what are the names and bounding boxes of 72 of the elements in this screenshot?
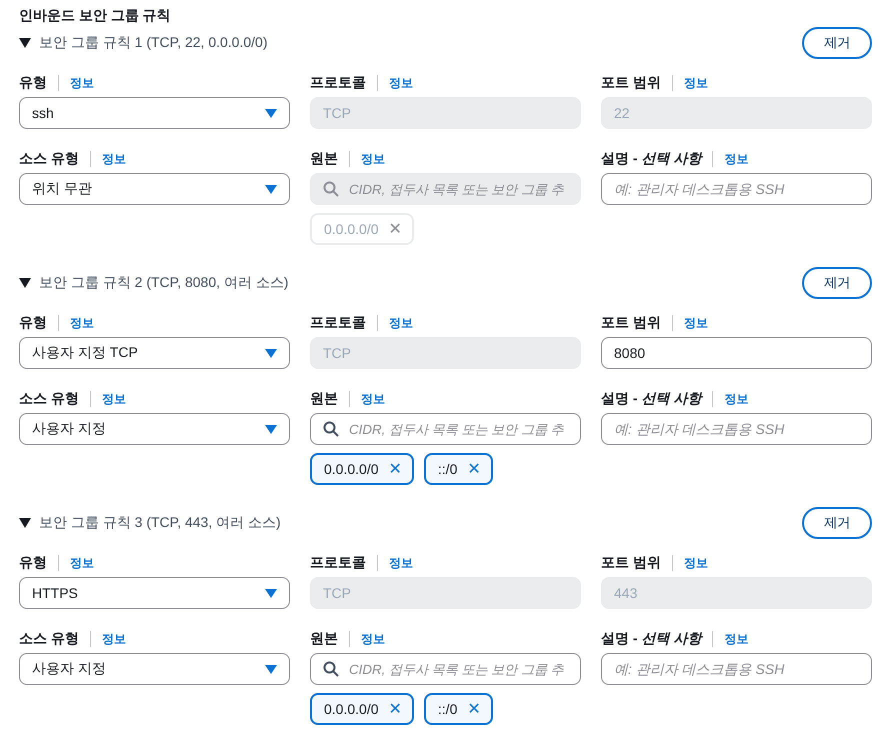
remove-button[interactable]: 제거: [802, 507, 872, 539]
remove-button[interactable]: 제거: [802, 27, 872, 59]
field-label: 원본: [310, 390, 338, 408]
token-text: 0.0.0.0/0: [324, 221, 378, 237]
info-link[interactable]: 정보: [724, 150, 748, 168]
field-label: 설명 - 선택 사항: [601, 150, 702, 168]
search-input[interactable]: CIDR, 접두사 목록 또는 보안 그룹 추: [349, 422, 568, 436]
select-dropdown[interactable]: 위치 무관: [19, 173, 290, 205]
select-dropdown[interactable]: ssh: [19, 97, 290, 129]
search-field[interactable]: CIDR, 접두사 목록 또는 보안 그룹 추: [310, 653, 581, 685]
caret-down-icon: [265, 424, 277, 434]
info-link[interactable]: 정보: [724, 390, 748, 408]
rule-title: 보안 그룹 규칙 1 (TCP, 22, 0.0.0.0/0): [39, 34, 268, 52]
search-icon: [323, 421, 339, 437]
select-dropdown[interactable]: HTTPS: [19, 577, 290, 609]
field-label: 포트 범위: [601, 74, 661, 92]
input-field[interactable]: 예: 관리자 데스크톱용 SSH: [601, 413, 872, 445]
field-label: 유형: [19, 554, 47, 572]
field-label: 원본: [310, 150, 338, 168]
info-link[interactable]: 정보: [70, 314, 94, 332]
field-label: 프로토콜: [310, 314, 366, 332]
input-field[interactable]: 8080: [601, 337, 872, 369]
remove-token-button[interactable]: ✕: [388, 701, 402, 717]
field-label: 원본: [310, 630, 338, 648]
info-link[interactable]: 정보: [102, 630, 126, 648]
field-label: 포트 범위: [601, 314, 661, 332]
info-link[interactable]: 정보: [684, 314, 708, 332]
input-field[interactable]: 예: 관리자 데스크톱용 SSH: [601, 173, 872, 205]
token-text: ::/0: [438, 461, 458, 477]
search-input[interactable]: CIDR, 접두사 목록 또는 보안 그룹 추: [349, 662, 568, 676]
info-link[interactable]: 정보: [102, 150, 126, 168]
expanded-triangle-icon[interactable]: [19, 518, 31, 528]
caret-down-icon: [265, 184, 277, 194]
field-label: 소스 유형: [19, 390, 79, 408]
expanded-triangle-icon[interactable]: [19, 38, 31, 48]
section-title: 인바운드 보안 그룹 규칙: [19, 6, 172, 25]
info-link[interactable]: 정보: [361, 390, 385, 408]
info-link[interactable]: 정보: [70, 74, 94, 92]
field-label: 프로토콜: [310, 554, 366, 572]
search-field[interactable]: CIDR, 접두사 목록 또는 보안 그룹 추: [310, 413, 581, 445]
info-link[interactable]: 정보: [361, 630, 385, 648]
field-label: 프로토콜: [310, 74, 366, 92]
token-text: 0.0.0.0/0: [324, 701, 378, 717]
rule-title: 보안 그룹 규칙 2 (TCP, 8080, 여러 소스): [39, 274, 288, 292]
caret-down-icon: [265, 108, 277, 118]
expanded-triangle-icon[interactable]: [19, 278, 31, 288]
token-text: ::/0: [438, 701, 458, 717]
input-field[interactable]: 예: 관리자 데스크톱용 SSH: [601, 653, 872, 685]
field-label: 소스 유형: [19, 630, 79, 648]
token-text: 0.0.0.0/0: [324, 461, 378, 477]
search-icon: [323, 661, 339, 677]
field-label: 포트 범위: [601, 554, 661, 572]
info-link[interactable]: 정보: [724, 630, 748, 648]
field-label: 설명 - 선택 사항: [601, 390, 702, 408]
search-icon: [323, 181, 339, 197]
rule-title: 보안 그룹 규칙 3 (TCP, 443, 여러 소스): [39, 514, 281, 532]
caret-down-icon: [265, 348, 277, 358]
select-dropdown[interactable]: 사용자 지정 TCP: [19, 337, 290, 369]
remove-button[interactable]: 제거: [802, 267, 872, 299]
remove-token-button[interactable]: ✕: [467, 461, 481, 477]
info-link[interactable]: 정보: [70, 554, 94, 572]
field-label: 설명 - 선택 사항: [601, 630, 702, 648]
remove-token-button[interactable]: ✕: [388, 461, 402, 477]
info-link[interactable]: 정보: [102, 390, 126, 408]
field-label: 유형: [19, 74, 47, 92]
caret-down-icon: [265, 588, 277, 598]
remove-token-button[interactable]: ✕: [467, 701, 481, 717]
select-dropdown[interactable]: 사용자 지정: [19, 413, 290, 445]
select-dropdown[interactable]: 사용자 지정: [19, 653, 290, 685]
caret-down-icon: [265, 664, 277, 674]
field-label: 유형: [19, 314, 47, 332]
field-label: 소스 유형: [19, 150, 79, 168]
